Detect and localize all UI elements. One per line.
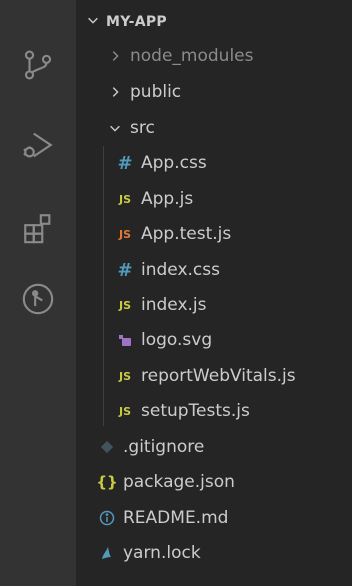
explorer-panel: MY-APP node_modules public src # App.css… xyxy=(76,0,352,586)
tree-file-logo-svg[interactable]: logo.svg xyxy=(76,324,352,356)
js-test-icon: JS xyxy=(118,227,131,241)
tree-file-yarn-lock[interactable]: yarn.lock xyxy=(76,537,352,569)
tree-item-label: App.js xyxy=(141,189,194,209)
git-graph-icon[interactable] xyxy=(18,279,58,319)
tree-file-app-js[interactable]: JS App.js xyxy=(76,183,352,215)
tree-file-app-css[interactable]: # App.css xyxy=(76,147,352,179)
activity-bar xyxy=(0,0,76,586)
tree-folder-src[interactable]: src xyxy=(76,112,352,144)
chevron-down-icon xyxy=(86,13,102,31)
info-circle-icon xyxy=(98,509,116,527)
explorer-root-header[interactable]: MY-APP xyxy=(76,7,352,37)
tree-item-label: setupTests.js xyxy=(141,401,250,421)
json-braces-icon: {} xyxy=(96,473,118,491)
js-icon: JS xyxy=(118,298,131,312)
tree-file-package-json[interactable]: {} package.json xyxy=(76,466,352,498)
tree-item-label: App.css xyxy=(141,153,207,173)
tree-file-report-web-vitals-js[interactable]: JS reportWebVitals.js xyxy=(76,360,352,392)
js-icon: JS xyxy=(118,404,131,418)
tree-folder-public[interactable]: public xyxy=(76,76,352,108)
tree-item-label: README.md xyxy=(123,508,229,528)
tree-item-label: node_modules xyxy=(130,46,254,66)
tree-file-index-css[interactable]: # index.css xyxy=(76,254,352,286)
tree-file-gitignore[interactable]: .gitignore xyxy=(76,431,352,463)
css-hash-icon: # xyxy=(117,152,133,174)
tree-item-label: .gitignore xyxy=(123,437,205,457)
chevron-right-icon xyxy=(106,85,124,99)
tree-file-setup-tests-js[interactable]: JS setupTests.js xyxy=(76,395,352,427)
tree-item-label: package.json xyxy=(123,472,235,492)
explorer-root-label: MY-APP xyxy=(106,14,167,30)
tree-item-label: index.js xyxy=(141,295,207,315)
source-control-icon[interactable] xyxy=(18,45,58,85)
run-debug-icon[interactable] xyxy=(18,125,58,165)
tree-item-label: App.test.js xyxy=(141,224,232,244)
tree-item-label: logo.svg xyxy=(141,330,213,350)
tree-file-app-test-js[interactable]: JS App.test.js xyxy=(76,218,352,250)
js-icon: JS xyxy=(118,192,131,206)
tree-item-label: src xyxy=(130,118,155,138)
tree-file-readme-md[interactable]: README.md xyxy=(76,502,352,534)
js-icon: JS xyxy=(118,369,131,383)
css-hash-icon: # xyxy=(117,259,133,281)
git-diamond-icon xyxy=(98,438,116,456)
extensions-icon[interactable] xyxy=(18,208,58,248)
tree-folder-node-modules[interactable]: node_modules xyxy=(76,40,352,72)
tree-item-label: yarn.lock xyxy=(123,543,201,563)
chevron-down-icon xyxy=(106,121,124,135)
yarn-icon xyxy=(98,544,116,562)
tree-file-index-js[interactable]: JS index.js xyxy=(76,289,352,321)
svg-file-icon xyxy=(116,331,134,349)
chevron-right-icon xyxy=(106,49,124,63)
tree-item-label: index.css xyxy=(141,260,220,280)
tree-item-label: reportWebVitals.js xyxy=(141,366,296,386)
tree-item-label: public xyxy=(130,82,182,102)
